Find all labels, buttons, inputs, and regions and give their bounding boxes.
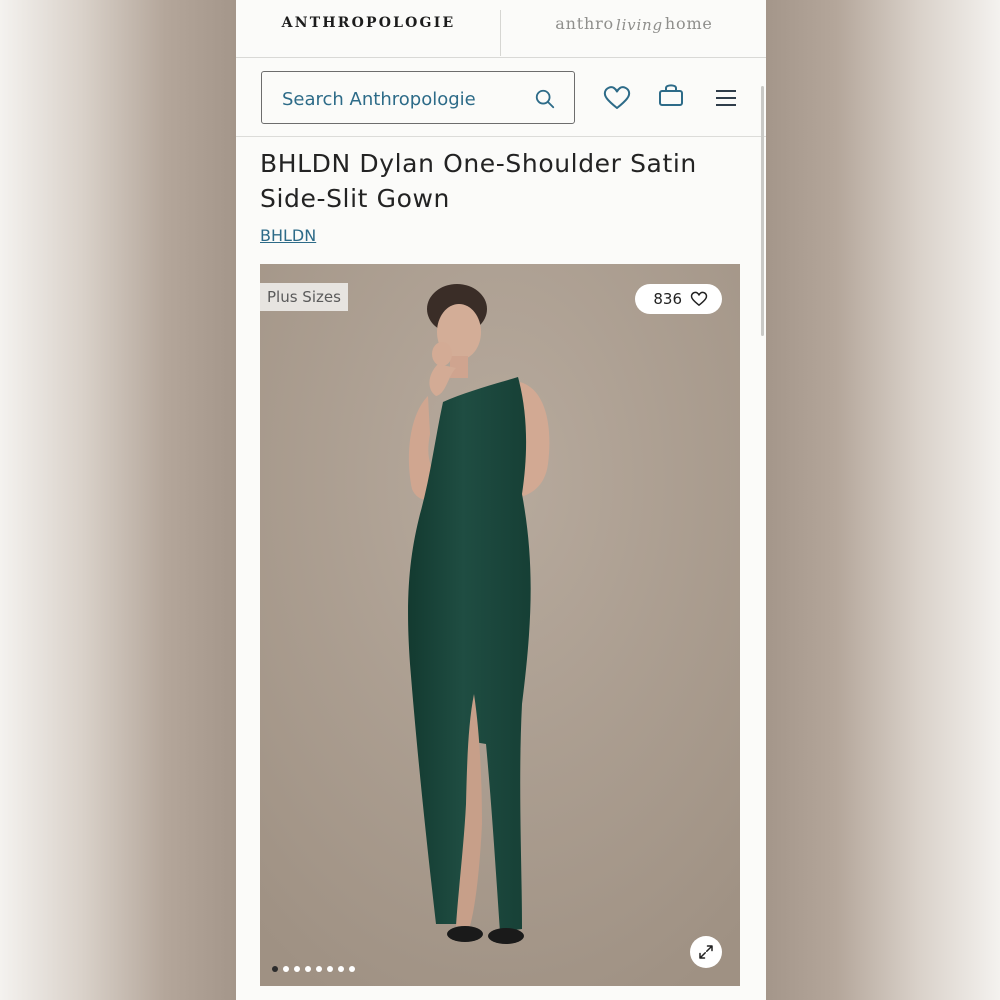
background-blur-left (0, 0, 236, 1000)
bag-icon[interactable] (657, 82, 685, 108)
search-box[interactable] (261, 71, 575, 124)
favorite-count-button[interactable]: 836 (635, 284, 722, 314)
favorite-count: 836 (653, 290, 682, 308)
carousel-dot[interactable] (316, 966, 322, 972)
expand-icon (699, 945, 713, 959)
brand-anthroliving-script: living (615, 16, 663, 34)
heart-icon (690, 291, 708, 306)
brand-anthropologie-link[interactable]: ANTHROPOLOGIE (236, 0, 501, 46)
brand-switcher: ANTHROPOLOGIE anthro living home (236, 0, 766, 58)
product-image[interactable]: Plus Sizes 836 (260, 264, 740, 986)
plus-sizes-badge: Plus Sizes (260, 283, 348, 311)
scrollbar[interactable] (761, 86, 764, 336)
expand-image-button[interactable] (690, 936, 722, 968)
brand-anthroliving-link[interactable]: anthro living home (502, 0, 766, 46)
brand-link[interactable]: BHLDN (260, 226, 316, 245)
site-header (236, 58, 766, 137)
product-photo (260, 264, 740, 986)
brand-anthroliving-right: home (664, 13, 713, 33)
brand-anthroliving-left: anthro (555, 13, 614, 33)
search-input[interactable] (280, 84, 524, 114)
carousel-dot[interactable] (272, 966, 278, 972)
menu-icon[interactable] (712, 85, 740, 111)
carousel-dot[interactable] (338, 966, 344, 972)
carousel-dot[interactable] (349, 966, 355, 972)
heart-icon[interactable] (603, 85, 631, 111)
mobile-page: ANTHROPOLOGIE anthro living home Search … (236, 0, 766, 1000)
product-title: BHLDN Dylan One-Shoulder Satin Side-Slit… (260, 149, 697, 213)
brand-divider (500, 10, 501, 56)
search-icon[interactable] (534, 88, 556, 110)
carousel-dot[interactable] (305, 966, 311, 972)
carousel-dot[interactable] (327, 966, 333, 972)
carousel-dot[interactable] (294, 966, 300, 972)
image-carousel-dots (272, 966, 355, 972)
brand-anthropologie-label: ANTHROPOLOGIE (281, 15, 456, 31)
carousel-dot[interactable] (283, 966, 289, 972)
background-blur-right (766, 0, 1000, 1000)
